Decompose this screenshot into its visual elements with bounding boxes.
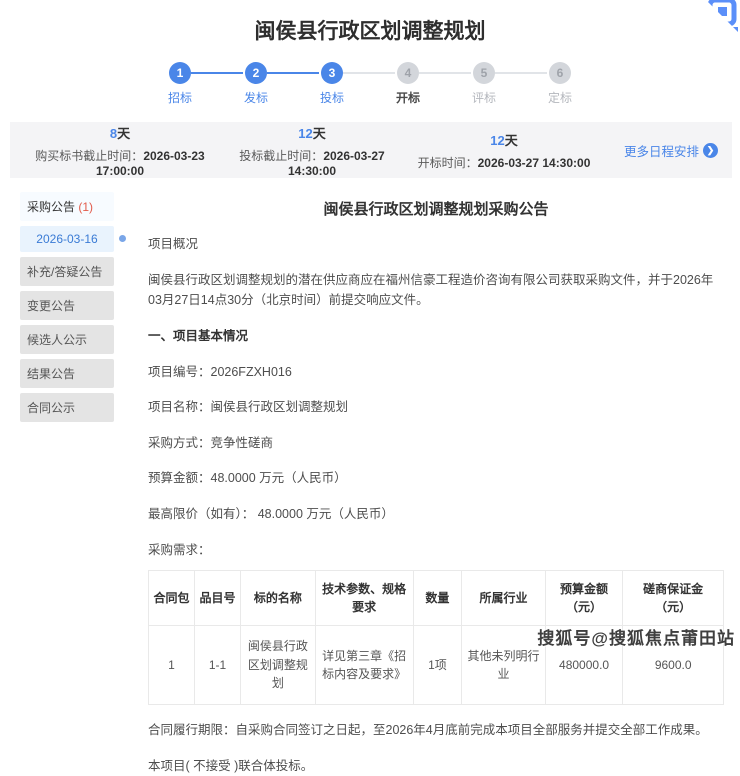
contract-period-text: 合同履行期限：自采购合同签订之日起，至2026年4月底前完成本项目全部服务并提交… bbox=[148, 720, 724, 741]
step-dingbiao: 6 定标 bbox=[522, 62, 598, 106]
days-remaining: 12天 bbox=[216, 123, 408, 142]
qr-logo-icon bbox=[694, 0, 740, 40]
sidebar-item-procurement-notice[interactable]: 采购公告 (1) bbox=[20, 192, 114, 221]
step-pingbiao: 5 评标 bbox=[446, 62, 522, 106]
consortium-bid-text: 本项目( 不接受 )联合体投标。 bbox=[148, 756, 724, 776]
step-zhaobiao: 1 招标 bbox=[142, 62, 218, 106]
deadline-item-bid: 12天 投标截止时间：2026-03-27 14:30:00 bbox=[216, 123, 408, 178]
field-requirement-label: 采购需求： bbox=[148, 540, 724, 561]
deadline-text: 开标时间：2026-03-27 14:30:00 bbox=[408, 154, 600, 171]
header-item-no: 品目号 bbox=[195, 571, 241, 626]
deadline-text: 投标截止时间：2026-03-27 14:30:00 bbox=[216, 147, 408, 178]
sidebar-item-supplement-notice[interactable]: 补充/答疑公告 bbox=[20, 257, 114, 286]
main-area: 采购公告 (1) 2026-03-16 补充/答疑公告 变更公告 候选人公示 结… bbox=[20, 192, 732, 776]
step-label: 评标 bbox=[446, 89, 522, 106]
overview-text: 闽侯县行政区划调整规划的潜在供应商应在福州信豪工程造价咨询有限公司获取采购文件，… bbox=[148, 270, 724, 311]
sidebar-item-result-notice[interactable]: 结果公告 bbox=[20, 359, 114, 388]
cell-industry: 其他未列明行业 bbox=[462, 626, 545, 705]
sidebar-item-contract-publicity[interactable]: 合同公示 bbox=[20, 393, 114, 422]
sidebar-item-candidate-publicity[interactable]: 候选人公示 bbox=[20, 325, 114, 354]
sidebar-item-notice-date[interactable]: 2026-03-16 bbox=[20, 226, 114, 252]
field-project-name: 项目名称：闽侯县行政区划调整规划 bbox=[148, 397, 724, 418]
step-label: 发标 bbox=[218, 89, 294, 106]
cell-tech-spec: 详见第三章《招标内容及要求》 bbox=[315, 626, 413, 705]
overview-label: 项目概况 bbox=[148, 234, 724, 255]
deadline-item-open: 12天 开标时间：2026-03-27 14:30:00 bbox=[408, 130, 600, 171]
header-deposit: 磋商保证金（元） bbox=[623, 571, 724, 626]
sidebar: 采购公告 (1) 2026-03-16 补充/答疑公告 变更公告 候选人公示 结… bbox=[20, 192, 114, 776]
step-kaibiao: 4 开标 bbox=[370, 62, 446, 106]
field-max-price: 最高限价（如有）： 48.0000 万元（人民币） bbox=[148, 504, 724, 525]
deadline-bar: 8天 购买标书截止时间：2026-03-23 17:00:00 12天 投标截止… bbox=[10, 122, 732, 178]
header-contract-pkg: 合同包 bbox=[149, 571, 195, 626]
cell-quantity: 1项 bbox=[413, 626, 462, 705]
field-project-no: 项目编号：2026FZXH016 bbox=[148, 362, 724, 383]
field-procure-method: 采购方式：竞争性磋商 bbox=[148, 433, 724, 454]
more-schedule-link[interactable]: 更多日程安排 ❯ bbox=[600, 141, 718, 160]
header-subject-name: 标的名称 bbox=[241, 571, 316, 626]
notice-count-badge: (1) bbox=[78, 200, 93, 214]
header-tech-spec: 技术参数、规格要求 bbox=[315, 571, 413, 626]
page-title: 闽侯县行政区划调整规划 bbox=[0, 0, 740, 45]
step-circle: 1 bbox=[169, 62, 191, 84]
deadline-text: 购买标书截止时间：2026-03-23 17:00:00 bbox=[24, 147, 216, 178]
table-header-row: 合同包 品目号 标的名称 技术参数、规格要求 数量 所属行业 预算金额（元） 磋… bbox=[149, 571, 724, 626]
step-toubiao: 3 投标 bbox=[294, 62, 370, 106]
step-label: 定标 bbox=[522, 89, 598, 106]
days-remaining: 12天 bbox=[408, 130, 600, 149]
step-fabiao: 2 发标 bbox=[218, 62, 294, 106]
step-circle: 2 bbox=[245, 62, 267, 84]
step-circle: 4 bbox=[397, 62, 419, 84]
cell-contract-pkg: 1 bbox=[149, 626, 195, 705]
step-circle: 6 bbox=[549, 62, 571, 84]
chevron-right-icon: ❯ bbox=[703, 143, 718, 158]
active-dot-icon bbox=[119, 235, 126, 242]
step-label: 投标 bbox=[294, 89, 370, 106]
step-circle: 3 bbox=[321, 62, 343, 84]
header-budget: 预算金额（元） bbox=[545, 571, 623, 626]
cell-item-no: 1-1 bbox=[195, 626, 241, 705]
announcement-title: 闽侯县行政区划调整规划采购公告 bbox=[148, 198, 724, 219]
header-quantity: 数量 bbox=[413, 571, 462, 626]
progress-stepper: 1 招标 2 发标 3 投标 4 开标 5 评标 6 定标 bbox=[0, 62, 740, 106]
deadline-item-buy: 8天 购买标书截止时间：2026-03-23 17:00:00 bbox=[24, 123, 216, 178]
cell-subject-name: 闽侯县行政区划调整规划 bbox=[241, 626, 316, 705]
days-remaining: 8天 bbox=[24, 123, 216, 142]
sohu-watermark: 搜狐号@搜狐焦点莆田站 bbox=[537, 624, 735, 649]
header-industry: 所属行业 bbox=[462, 571, 545, 626]
field-budget: 预算金额：48.0000 万元（人民币） bbox=[148, 468, 724, 489]
step-label: 开标 bbox=[370, 89, 446, 106]
step-label: 招标 bbox=[142, 89, 218, 106]
announcement-content: 闽侯县行政区划调整规划采购公告 项目概况 闽侯县行政区划调整规划的潜在供应商应在… bbox=[148, 192, 732, 776]
step-circle: 5 bbox=[473, 62, 495, 84]
sidebar-item-change-notice[interactable]: 变更公告 bbox=[20, 291, 114, 320]
section1-title: 一、项目基本情况 bbox=[148, 326, 724, 347]
